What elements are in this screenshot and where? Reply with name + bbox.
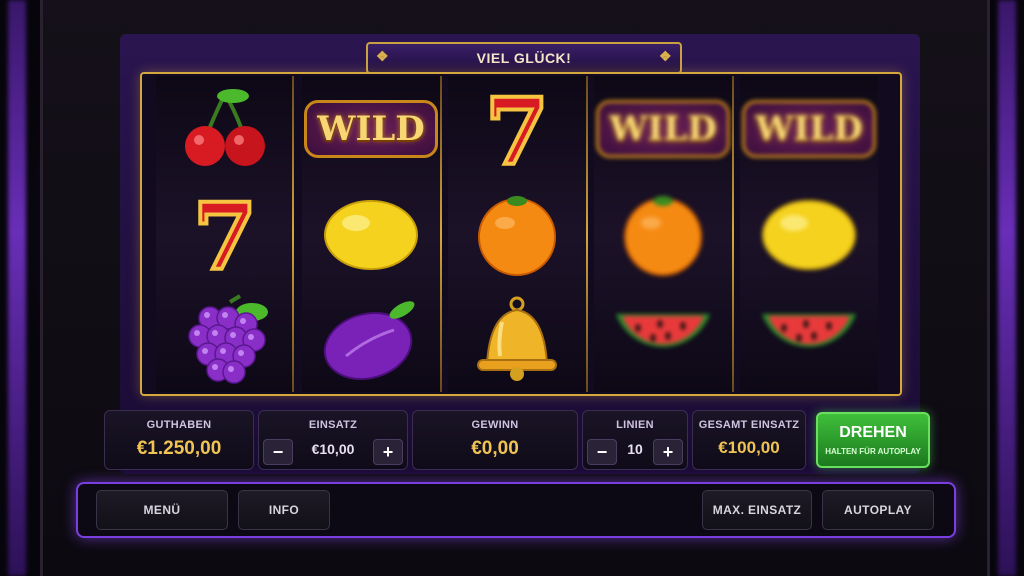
total-bet-label: GESAMT EINSATZ bbox=[698, 419, 800, 431]
neon-light-left bbox=[8, 0, 26, 576]
grapes-symbol-icon bbox=[165, 291, 285, 387]
wild-symbol-icon: WILD bbox=[596, 81, 730, 177]
lines-increase-button[interactable]: + bbox=[653, 439, 683, 465]
orange-symbol-icon bbox=[457, 186, 577, 282]
wild-symbol-icon: WILD bbox=[304, 81, 438, 177]
wild-symbol-label: WILD bbox=[596, 99, 730, 158]
total-bet-panel: GESAMT EINSATZ €100,00 bbox=[692, 410, 806, 470]
reel-divider bbox=[292, 76, 294, 392]
lemon-symbol-icon bbox=[311, 186, 431, 282]
lines-panel: LINIEN − 10 + bbox=[582, 410, 688, 470]
reel-divider bbox=[732, 76, 734, 392]
bet-increase-button[interactable]: + bbox=[373, 439, 403, 465]
reel-4: WILD bbox=[594, 76, 732, 392]
reel-2: WILD bbox=[302, 76, 440, 392]
reel-area: 7 WILD 7 WILD WILD bbox=[140, 72, 902, 396]
seven-symbol-icon: 7 bbox=[457, 81, 577, 177]
max-bet-button[interactable]: MAX. EINSATZ bbox=[702, 490, 812, 530]
menu-button[interactable]: MENÜ bbox=[96, 490, 228, 530]
reel-divider bbox=[586, 76, 588, 392]
autoplay-button[interactable]: AUTOPLAY bbox=[822, 490, 934, 530]
lines-label: LINIEN bbox=[616, 419, 654, 431]
svg-text:7: 7 bbox=[485, 84, 549, 174]
watermelon-symbol-icon bbox=[749, 291, 869, 387]
win-value: €0,00 bbox=[471, 438, 519, 459]
watermelon-symbol-icon bbox=[603, 291, 723, 387]
win-panel: GEWINN €0,00 bbox=[412, 410, 578, 470]
ornament-left-icon: ❖ bbox=[376, 48, 390, 64]
spin-label: DREHEN bbox=[839, 424, 907, 441]
wild-symbol-icon: WILD bbox=[742, 81, 876, 177]
neon-light-right bbox=[998, 0, 1016, 576]
reel-1: 7 bbox=[156, 76, 294, 392]
win-label: GEWINN bbox=[471, 419, 519, 431]
cherry-symbol-icon bbox=[165, 81, 285, 177]
orange-symbol-icon bbox=[603, 186, 723, 282]
info-button[interactable]: INFO bbox=[238, 490, 330, 530]
reel-5: WILD bbox=[740, 76, 878, 392]
balance-panel: GUTHABEN €1.250,00 bbox=[104, 410, 254, 470]
bell-symbol-icon bbox=[457, 291, 577, 387]
lemon-symbol-icon bbox=[749, 186, 869, 282]
title-text: VIEL GLÜCK! bbox=[476, 50, 572, 66]
bet-label: EINSATZ bbox=[308, 419, 358, 431]
svg-text:7: 7 bbox=[193, 189, 257, 279]
reel-divider bbox=[440, 76, 442, 392]
total-bet-value: €100,00 bbox=[718, 438, 780, 457]
plum-symbol-icon bbox=[311, 291, 431, 387]
title-banner: ❖ VIEL GLÜCK! ❖ bbox=[366, 42, 682, 74]
wild-symbol-label: WILD bbox=[742, 99, 876, 158]
ornament-right-icon: ❖ bbox=[658, 48, 672, 64]
spin-button[interactable]: DREHEN HALTEN FÜR AUTOPLAY bbox=[816, 412, 930, 468]
wild-symbol-label: WILD bbox=[304, 99, 438, 158]
balance-label: GUTHABEN bbox=[146, 419, 212, 431]
spin-sublabel: HALTEN FÜR AUTOPLAY bbox=[825, 447, 921, 456]
reel-3: 7 bbox=[448, 76, 586, 392]
balance-value: €1.250,00 bbox=[136, 438, 222, 459]
seven-symbol-icon: 7 bbox=[165, 186, 285, 282]
bet-panel: EINSATZ − €10,00 + bbox=[258, 410, 408, 470]
